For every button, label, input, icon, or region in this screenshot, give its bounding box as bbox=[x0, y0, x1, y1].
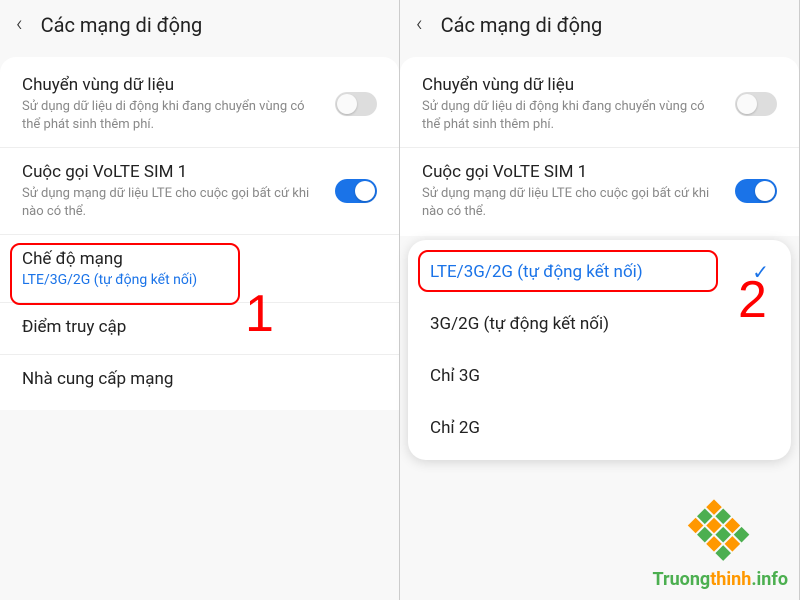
row-title: Cuộc gọi VoLTE SIM 1 bbox=[22, 162, 377, 182]
settings-list: Chuyển vùng dữ liệu Sử dụng dữ liệu di đ… bbox=[0, 57, 399, 410]
dropdown-option-3g[interactable]: Chỉ 3G bbox=[408, 350, 791, 402]
row-desc: Sử dụng mạng dữ liệu LTE cho cuộc gọi bấ… bbox=[422, 185, 777, 220]
option-label: Chỉ 3G bbox=[430, 366, 480, 386]
row-title: Chuyển vùng dữ liệu bbox=[422, 75, 777, 95]
page-title: Các mạng di động bbox=[41, 13, 203, 37]
watermark-text: Truongthinh.info bbox=[652, 569, 788, 590]
phone-screen-left: ‹ Các mạng di động Chuyển vùng dữ liệu S… bbox=[0, 0, 400, 600]
row-title: Cuộc gọi VoLTE SIM 1 bbox=[422, 162, 777, 182]
watermark: Truongthinh.info bbox=[652, 512, 788, 590]
row-value: LTE/3G/2G (tự động kết nối) bbox=[22, 272, 377, 288]
row-desc: Sử dụng dữ liệu di động khi đang chuyển … bbox=[22, 98, 377, 133]
header: ‹ Các mạng di động bbox=[400, 0, 799, 49]
row-data-roaming[interactable]: Chuyển vùng dữ liệu Sử dụng dữ liệu di đ… bbox=[0, 61, 399, 148]
row-network-mode[interactable]: Chế độ mạng LTE/3G/2G (tự động kết nối) bbox=[0, 235, 399, 303]
toggle-volte[interactable] bbox=[335, 179, 377, 203]
option-label: LTE/3G/2G (tự động kết nối) bbox=[430, 262, 643, 282]
option-label: Chỉ 2G bbox=[430, 418, 480, 438]
row-desc: Sử dụng dữ liệu di động khi đang chuyển … bbox=[422, 98, 777, 133]
row-volte[interactable]: Cuộc gọi VoLTE SIM 1 Sử dụng mạng dữ liệ… bbox=[400, 148, 799, 234]
row-apn[interactable]: Điểm truy cập bbox=[0, 303, 399, 355]
toggle-volte[interactable] bbox=[735, 179, 777, 203]
dropdown-option-lte[interactable]: LTE/3G/2G (tự động kết nối) ✓ bbox=[408, 246, 791, 298]
row-title: Điểm truy cập bbox=[22, 317, 377, 337]
row-volte[interactable]: Cuộc gọi VoLTE SIM 1 Sử dụng mạng dữ liệ… bbox=[0, 148, 399, 235]
check-icon: ✓ bbox=[752, 260, 769, 284]
row-title: Chế độ mạng bbox=[22, 249, 377, 269]
phone-screen-right: ‹ Các mạng di động Chuyển vùng dữ liệu S… bbox=[400, 0, 800, 600]
back-icon[interactable]: ‹ bbox=[16, 12, 23, 37]
page-title: Các mạng di động bbox=[441, 13, 603, 37]
toggle-data-roaming[interactable] bbox=[735, 92, 777, 116]
row-title: Nhà cung cấp mạng bbox=[22, 369, 377, 389]
dropdown-option-2g[interactable]: Chỉ 2G bbox=[408, 402, 791, 454]
network-mode-dropdown: LTE/3G/2G (tự động kết nối) ✓ 3G/2G (tự … bbox=[408, 240, 791, 460]
row-network-operator[interactable]: Nhà cung cấp mạng bbox=[0, 355, 399, 406]
dropdown-option-3g2g[interactable]: 3G/2G (tự động kết nối) bbox=[408, 298, 791, 350]
row-data-roaming[interactable]: Chuyển vùng dữ liệu Sử dụng dữ liệu di đ… bbox=[400, 61, 799, 148]
option-label: 3G/2G (tự động kết nối) bbox=[430, 314, 609, 334]
toggle-data-roaming[interactable] bbox=[335, 92, 377, 116]
row-title: Chuyển vùng dữ liệu bbox=[22, 75, 377, 95]
header: ‹ Các mạng di động bbox=[0, 0, 399, 49]
row-desc: Sử dụng mạng dữ liệu LTE cho cuộc gọi bấ… bbox=[22, 185, 377, 220]
settings-list: Chuyển vùng dữ liệu Sử dụng dữ liệu di đ… bbox=[400, 57, 799, 236]
back-icon[interactable]: ‹ bbox=[416, 12, 423, 37]
